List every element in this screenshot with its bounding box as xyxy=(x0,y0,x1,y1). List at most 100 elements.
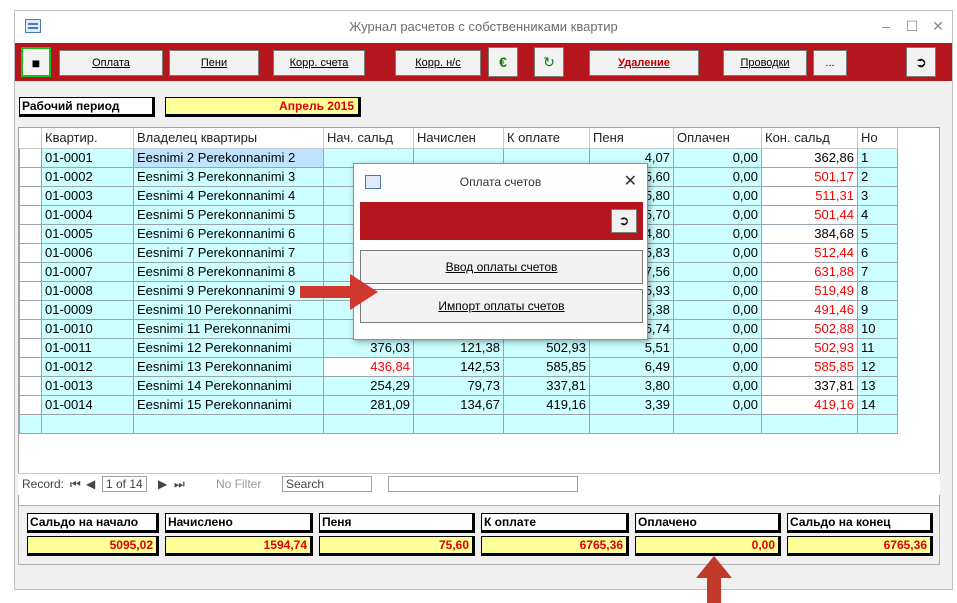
column-header[interactable]: Кон. сальд xyxy=(761,128,858,149)
column-header[interactable]: К оплате xyxy=(503,128,590,149)
filter-status[interactable]: No Filter xyxy=(216,477,261,491)
cell-owner[interactable]: Eesnimi 6 Perekonnanimi 6 xyxy=(133,223,324,244)
cell-paid[interactable]: 0,00 xyxy=(673,280,762,301)
maximize-icon[interactable]: ☐ xyxy=(902,16,922,36)
cell-start[interactable]: 436,84 xyxy=(323,356,414,377)
row-selector[interactable] xyxy=(19,223,42,244)
corr-ns-button[interactable]: Корр. н/с xyxy=(395,50,481,76)
column-header[interactable]: Оплачен xyxy=(673,128,762,149)
new-record-row[interactable] xyxy=(19,413,898,434)
table-row[interactable]: 01-0013 Eesnimi 14 Perekonnanimi 254,29 79,… xyxy=(19,375,898,396)
cell-apt[interactable]: 01-0012 xyxy=(41,356,134,377)
postings-button[interactable]: Проводки xyxy=(723,50,807,76)
cell-end[interactable]: 502,88 xyxy=(761,318,858,339)
cell-owner[interactable]: Eesnimi 15 Perekonnanimi xyxy=(133,394,324,415)
cell-apt[interactable]: 01-0003 xyxy=(41,185,134,206)
search-input[interactable]: Search xyxy=(282,476,372,492)
cell-end[interactable]: 631,88 xyxy=(761,261,858,282)
cell-owner[interactable]: Eesnimi 2 Perekonnanimi 2 xyxy=(133,147,324,168)
cell-end[interactable]: 337,81 xyxy=(761,375,858,396)
cell-owner[interactable]: Eesnimi 4 Perekonnanimi 4 xyxy=(133,185,324,206)
cell-apt[interactable]: 01-0010 xyxy=(41,318,134,339)
table-row[interactable]: 01-0011 Eesnimi 12 Perekonnanimi 376,03 121… xyxy=(19,337,898,358)
cell-paid[interactable]: 0,00 xyxy=(673,299,762,320)
cell-no[interactable]: 11 xyxy=(857,337,898,358)
cell-topay[interactable]: 585,85 xyxy=(503,356,590,377)
cell-paid[interactable]: 0,00 xyxy=(673,375,762,396)
empty-cell[interactable] xyxy=(857,413,898,434)
empty-cell[interactable] xyxy=(413,413,504,434)
column-header[interactable]: Владелец квартиры xyxy=(133,128,324,149)
cell-no[interactable]: 6 xyxy=(857,242,898,263)
empty-cell[interactable] xyxy=(41,413,134,434)
cell-end[interactable]: 502,93 xyxy=(761,337,858,358)
cell-owner[interactable]: Eesnimi 7 Perekonnanimi 7 xyxy=(133,242,324,263)
cell-paid[interactable]: 0,00 xyxy=(673,394,762,415)
corr-accounts-button[interactable]: Корр. счета xyxy=(273,50,365,76)
import-payment-button[interactable]: Импорт оплаты счетов xyxy=(360,289,643,323)
cell-paid[interactable]: 0,00 xyxy=(673,261,762,282)
cell-apt[interactable]: 01-0004 xyxy=(41,204,134,225)
row-selector[interactable] xyxy=(19,261,42,282)
row-selector[interactable] xyxy=(19,242,42,263)
empty-cell[interactable] xyxy=(323,413,414,434)
horizontal-scrollbar[interactable] xyxy=(388,476,578,492)
cell-penalty[interactable]: 6,49 xyxy=(589,356,674,377)
cell-no[interactable]: 8 xyxy=(857,280,898,301)
cell-owner[interactable]: Eesnimi 10 Perekonnanimi xyxy=(133,299,324,320)
cell-penalty[interactable]: 3,39 xyxy=(589,394,674,415)
cell-owner[interactable]: Eesnimi 12 Perekonnanimi xyxy=(133,337,324,358)
cell-apt[interactable]: 01-0009 xyxy=(41,299,134,320)
cell-start[interactable]: 254,29 xyxy=(323,375,414,396)
row-selector[interactable] xyxy=(19,394,42,415)
cell-end[interactable]: 491,46 xyxy=(761,299,858,320)
empty-cell[interactable] xyxy=(673,413,762,434)
cell-apt[interactable]: 01-0007 xyxy=(41,261,134,282)
column-header[interactable]: Но xyxy=(857,128,898,149)
empty-cell[interactable] xyxy=(19,413,42,434)
cell-end[interactable]: 519,49 xyxy=(761,280,858,301)
row-selector[interactable] xyxy=(19,280,42,301)
cell-no[interactable]: 4 xyxy=(857,204,898,225)
cell-no[interactable]: 5 xyxy=(857,223,898,244)
cell-end[interactable]: 585,85 xyxy=(761,356,858,377)
save-icon[interactable]: ■ xyxy=(21,47,51,77)
cell-paid[interactable]: 0,00 xyxy=(673,147,762,168)
cell-no[interactable]: 3 xyxy=(857,185,898,206)
record-position[interactable]: 1 of 14 xyxy=(102,476,147,492)
cell-end[interactable]: 501,44 xyxy=(761,204,858,225)
cell-apt[interactable]: 01-0001 xyxy=(41,147,134,168)
cell-no[interactable]: 12 xyxy=(857,356,898,377)
cell-end[interactable]: 419,16 xyxy=(761,394,858,415)
cell-owner[interactable]: Eesnimi 9 Perekonnanimi 9 xyxy=(133,280,324,301)
cell-charged[interactable]: 121,38 xyxy=(413,337,504,358)
cell-charged[interactable]: 79,73 xyxy=(413,375,504,396)
last-record-icon[interactable]: ⏭ xyxy=(174,477,185,492)
period-value[interactable]: Апрель 2015 xyxy=(165,97,361,117)
cell-no[interactable]: 9 xyxy=(857,299,898,320)
cell-no[interactable]: 14 xyxy=(857,394,898,415)
cell-paid[interactable]: 0,00 xyxy=(673,337,762,358)
prev-record-icon[interactable]: ◀ xyxy=(86,477,95,491)
refresh-icon[interactable]: ↻ xyxy=(534,47,564,77)
column-header[interactable]: Пеня xyxy=(589,128,674,149)
cell-topay[interactable]: 502,93 xyxy=(503,337,590,358)
cell-penalty[interactable]: 5,51 xyxy=(589,337,674,358)
dialog-exit-icon[interactable]: ➲ xyxy=(611,209,637,233)
more-button[interactable]: ... xyxy=(813,50,847,76)
cell-end[interactable]: 511,31 xyxy=(761,185,858,206)
dialog-close-icon[interactable]: ✕ xyxy=(624,164,637,200)
row-selector[interactable] xyxy=(19,185,42,206)
payment-button[interactable]: Оплата xyxy=(59,50,163,76)
cell-owner[interactable]: Eesnimi 5 Perekonnanimi 5 xyxy=(133,204,324,225)
cell-owner[interactable]: Eesnimi 3 Perekonnanimi 3 xyxy=(133,166,324,187)
cell-paid[interactable]: 0,00 xyxy=(673,356,762,377)
row-selector[interactable] xyxy=(19,356,42,377)
cell-topay[interactable]: 337,81 xyxy=(503,375,590,396)
cell-penalty[interactable]: 3,80 xyxy=(589,375,674,396)
cell-apt[interactable]: 01-0002 xyxy=(41,166,134,187)
row-selector[interactable] xyxy=(19,299,42,320)
cell-start[interactable]: 376,03 xyxy=(323,337,414,358)
table-row[interactable]: 01-0012 Eesnimi 13 Perekonnanimi 436,84 142… xyxy=(19,356,898,377)
cell-apt[interactable]: 01-0005 xyxy=(41,223,134,244)
